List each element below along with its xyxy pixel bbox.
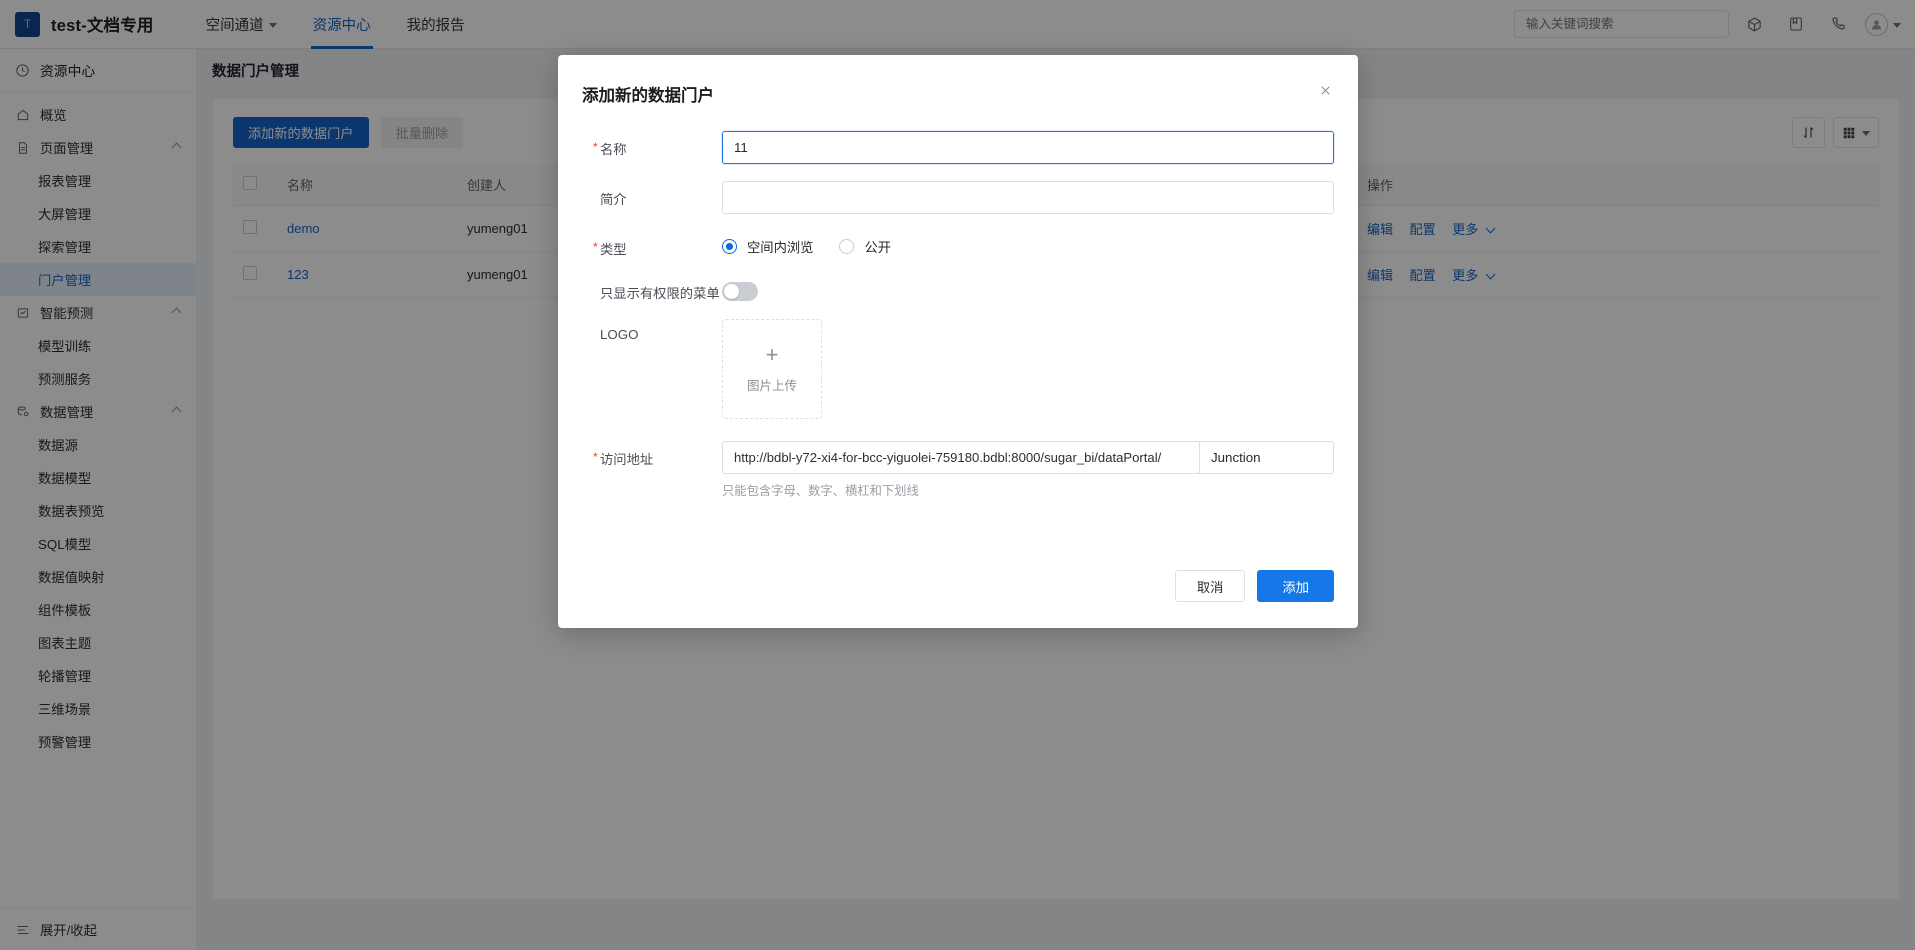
close-icon[interactable]: [1314, 79, 1336, 101]
toggle-knob: [724, 284, 739, 299]
field-row-permission-menu: 只显示有权限的菜单: [582, 275, 1334, 302]
field-row-name: 名称: [582, 131, 1334, 164]
logo-upload-label: 图片上传: [746, 379, 797, 393]
plus-icon: +: [765, 342, 779, 367]
app-root: T test-文档专用 空间通道 资源中心 我的报告 输入关键词搜索 资源中心 …: [0, 0, 1915, 950]
url-hint: 只能包含字母、数字、横杠和下划线: [722, 484, 919, 498]
field-row-type: 类型 空间内浏览 公开: [582, 231, 1334, 258]
logo-upload-box[interactable]: + 图片上传: [722, 319, 822, 419]
radio-label-space-browse[interactable]: 空间内浏览: [747, 237, 813, 256]
url-input-group: http://bdbl-y72-xi4-for-bcc-yiguolei-759…: [722, 441, 1334, 474]
url-prefix-text: http://bdbl-y72-xi4-for-bcc-yiguolei-759…: [722, 441, 1199, 474]
label-logo: LOGO: [600, 327, 639, 342]
intro-input[interactable]: [722, 181, 1334, 214]
field-row-logo: LOGO + 图片上传: [582, 319, 1334, 419]
label-url: 访问地址: [582, 441, 722, 468]
url-suffix-input[interactable]: [1199, 441, 1334, 474]
dialog-title: 添加新的数据门户: [582, 87, 714, 105]
radio-space-browse[interactable]: [722, 239, 737, 254]
label-name: 名称: [582, 131, 722, 158]
confirm-add-button[interactable]: 添加: [1257, 570, 1334, 602]
radio-label-public[interactable]: 公开: [864, 237, 891, 256]
type-radio-group: 空间内浏览 公开: [722, 231, 1334, 256]
field-row-intro: 简介: [582, 181, 1334, 214]
dialog-body: 名称 简介 类型 空间内浏览: [558, 106, 1358, 499]
radio-public[interactable]: [839, 239, 855, 254]
cancel-button[interactable]: 取消: [1174, 570, 1246, 602]
label-intro: 简介: [600, 192, 627, 207]
permission-menu-toggle[interactable]: [722, 282, 758, 301]
field-row-url: 访问地址 http://bdbl-y72-xi4-for-bcc-yiguole…: [582, 441, 1334, 499]
label-permission-menu: 只显示有权限的菜单: [600, 286, 720, 301]
add-portal-dialog: 添加新的数据门户 名称 简介 类型: [558, 55, 1358, 628]
label-type: 类型: [582, 231, 722, 258]
dialog-footer: 取消 添加: [1174, 570, 1334, 602]
name-input[interactable]: [722, 131, 1334, 164]
